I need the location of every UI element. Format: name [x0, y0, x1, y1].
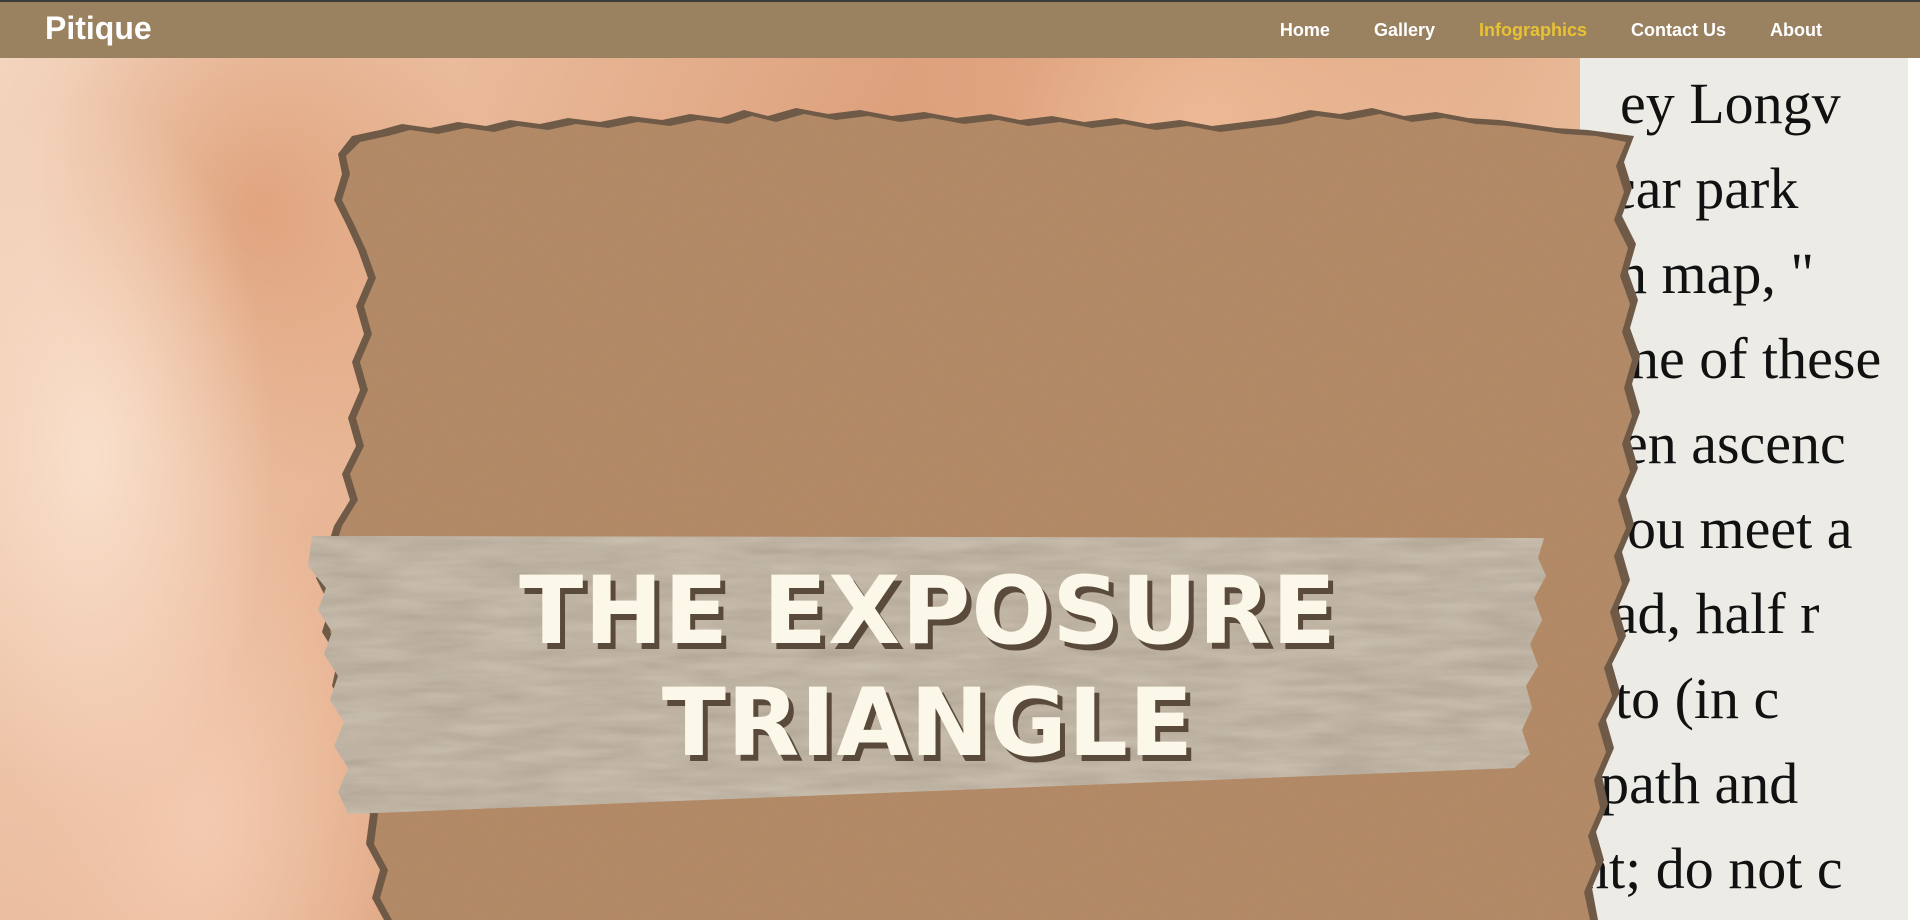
- page: Pitique Home Gallery Infographics Contac…: [0, 0, 1920, 920]
- hero-title-line-1: THE EXPOSURE: [519, 557, 1337, 666]
- brand-logo[interactable]: Pitique: [45, 10, 152, 47]
- hero-title: THE EXPOSURE TRIANGLE: [308, 556, 1548, 780]
- hero-title-line-2: TRIANGLE: [661, 669, 1195, 778]
- nav-infographics-link[interactable]: Infographics: [1479, 20, 1587, 41]
- hero-banner: ey Longv car park h map, " ne of these e…: [0, 58, 1908, 920]
- nav-gallery-link[interactable]: Gallery: [1374, 20, 1435, 41]
- main-nav: Home Gallery Infographics Contact Us Abo…: [1280, 2, 1920, 58]
- nav-home-link[interactable]: Home: [1280, 20, 1330, 41]
- navbar: Pitique Home Gallery Infographics Contac…: [0, 0, 1920, 58]
- nav-contact-link[interactable]: Contact Us: [1631, 20, 1726, 41]
- nav-about-link[interactable]: About: [1770, 20, 1822, 41]
- scrollbar-gutter: [1908, 0, 1920, 920]
